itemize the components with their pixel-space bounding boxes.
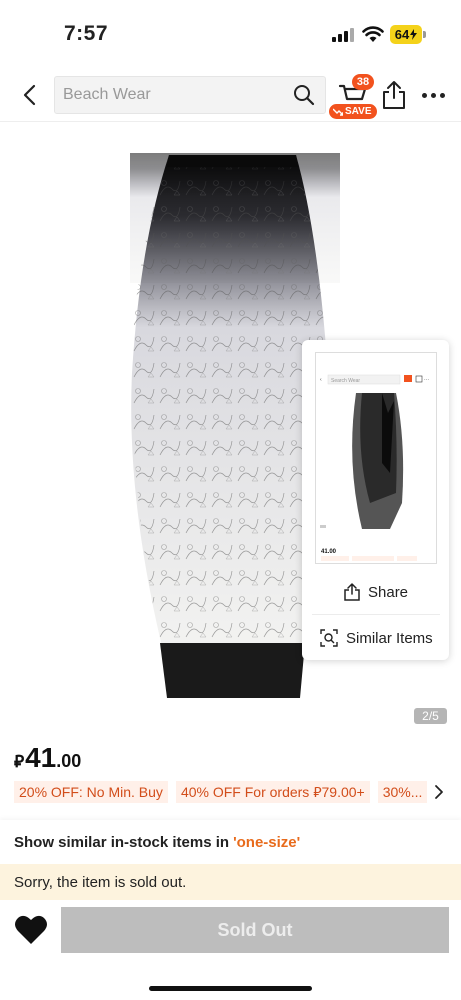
product-price: ⃁ 41 .00 — [14, 742, 81, 778]
save-badge: SAVE — [329, 104, 377, 119]
screenshot-thumbnail[interactable]: ‹ Search Wear ··· 41.00 — [315, 352, 437, 564]
battery-level: 64 — [394, 27, 410, 42]
similar-banner-size: 'one-size' — [233, 833, 301, 851]
thumb-price: 41.00 — [321, 549, 337, 555]
promo-chip[interactable]: 20% OFF: No Min. Buy — [14, 781, 168, 803]
thumb-search-text: Search Wear — [331, 378, 360, 384]
chevron-left-icon — [23, 84, 36, 106]
similar-banner-text: Show similar in-stock items in — [14, 833, 230, 851]
similar-in-stock-banner[interactable]: Show similar in-stock items in 'one-size… — [0, 820, 461, 864]
share-icon[interactable] — [380, 80, 408, 110]
screenshot-popup: ‹ Search Wear ··· 41.00 — [302, 340, 449, 660]
currency-symbol: ⃁ — [14, 752, 25, 771]
popup-share-label: Share — [368, 583, 409, 601]
popup-share-button[interactable]: Share — [344, 572, 461, 612]
back-button[interactable] — [14, 80, 44, 110]
price-integer: 41 — [25, 742, 57, 773]
popup-divider — [312, 614, 440, 615]
home-indicator — [149, 986, 312, 991]
more-options-button[interactable] — [418, 82, 448, 108]
heart-icon[interactable] — [14, 914, 48, 946]
sold-out-notice: Sorry, the item is sold out. — [0, 864, 461, 900]
search-input[interactable] — [63, 77, 283, 113]
image-search-icon — [320, 629, 338, 647]
chevron-right-icon[interactable] — [432, 784, 446, 800]
image-counter: 2/5 — [414, 708, 447, 724]
promotion-list[interactable]: 20% OFF: No Min. Buy 40% OFF For orders … — [14, 781, 428, 803]
promo-chip[interactable]: 40% OFF For orders ⃁79.00+ — [175, 781, 370, 803]
charging-bolt-icon — [410, 29, 418, 40]
battery-nub — [423, 31, 426, 38]
price-decimal: .00 — [56, 751, 82, 771]
screenshot-preview-image: ‹ Search Wear ··· 41.00 — [316, 353, 436, 563]
trend-down-icon — [333, 108, 343, 116]
svg-text:···: ··· — [424, 377, 429, 383]
wifi-icon — [362, 26, 384, 42]
cart-button[interactable]: 38 SAVE — [329, 74, 380, 119]
popup-similar-label: Similar Items — [346, 629, 433, 647]
status-bar: 7:57 64 — [0, 0, 461, 66]
popup-similar-items-button[interactable]: Similar Items — [320, 618, 448, 658]
bottom-action-bar: Sold Out — [0, 900, 461, 1000]
status-time: 7:57 — [64, 22, 109, 45]
product-page: 7:57 64 38 — [0, 0, 461, 1000]
cellular-signal-icon — [332, 28, 354, 42]
battery-indicator: 64 — [390, 25, 422, 44]
save-label: SAVE — [345, 106, 372, 117]
top-nav-bar: 38 SAVE — [0, 66, 461, 122]
promo-chip[interactable]: 30%... — [377, 781, 428, 803]
search-icon[interactable] — [293, 84, 315, 106]
cart-count-badge: 38 — [352, 74, 374, 90]
search-bar[interactable] — [54, 76, 326, 114]
sold-out-button[interactable]: Sold Out — [61, 907, 449, 953]
share-icon — [344, 583, 360, 601]
